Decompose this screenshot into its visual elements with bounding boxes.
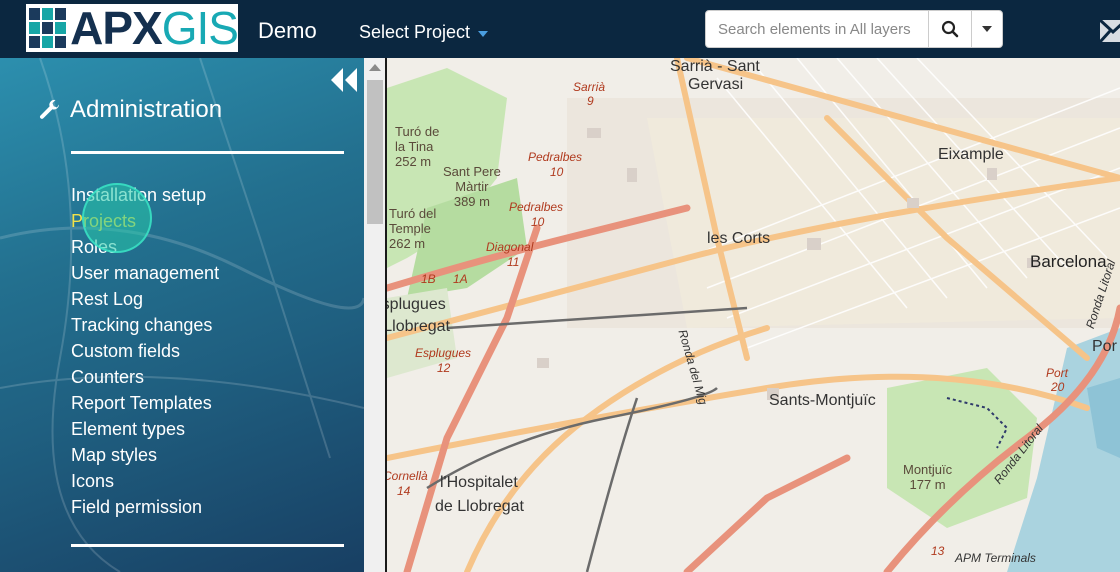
menu-item-field-permission[interactable]: Field permission <box>71 494 219 520</box>
logo-text-gis: GIS <box>161 2 239 54</box>
project-selector[interactable]: Select Project <box>359 22 489 43</box>
map-label-sarria-road-num: 9 <box>587 94 594 108</box>
map-label-esplugues: Esplugues <box>387 296 446 313</box>
map-label-barcelona: Barcelona <box>1030 252 1107 271</box>
top-bar: APXGIS Demo Select Project <box>0 0 1120 58</box>
map-label-cornella: Cornellà <box>387 469 428 483</box>
project-selector-label: Select Project <box>359 22 471 42</box>
map-label-pedralbes-2: Pedralbes <box>509 200 564 214</box>
map-label-turo-tina: Turó de la Tina 252 m <box>395 124 440 169</box>
menu-item-custom-fields[interactable]: Custom fields <box>71 338 219 364</box>
map-label-turo-temple: Turó del Temple 262 m <box>389 206 437 251</box>
scroll-up-arrow-icon[interactable] <box>369 64 381 71</box>
search-layer-dropdown[interactable] <box>970 11 1002 47</box>
chevron-down-icon <box>478 30 489 37</box>
menu-item-tracking-changes[interactable]: Tracking changes <box>71 312 219 338</box>
admin-panel-title: Administration <box>38 96 222 124</box>
map-label-esplugues-road: Esplugues <box>415 346 472 360</box>
map-label-port-num: 20 <box>1051 380 1065 394</box>
app-logo[interactable]: APXGIS <box>26 2 239 54</box>
menu-item-element-types[interactable]: Element types <box>71 416 219 442</box>
map-label-apm-terminals: APM Terminals <box>955 551 1036 565</box>
map-label-sarria: Sarrià - Sant <box>670 58 760 75</box>
map-label-esplugues-road-num: 12 <box>437 361 451 375</box>
app-name: Demo <box>258 18 317 43</box>
map-label-hospitalet-1: l'Hospitalet <box>440 474 518 491</box>
logo-text-apx: APX <box>70 2 163 54</box>
menu-item-counters[interactable]: Counters <box>71 364 219 390</box>
logo-text: APXGIS <box>70 2 239 54</box>
divider-bottom <box>71 544 344 547</box>
search-icon <box>941 20 959 38</box>
admin-sidebar: Administration Installation setup Projec… <box>0 58 364 572</box>
sidebar-scrollbar[interactable] <box>364 58 386 572</box>
scrollbar-thumb[interactable] <box>367 80 383 224</box>
map-label-gervasi: Gervasi <box>688 76 744 93</box>
menu-item-user-management[interactable]: User management <box>71 260 219 286</box>
menu-item-rest-log[interactable]: Rest Log <box>71 286 219 312</box>
map-view[interactable]: Sarrià - Sant Gervasi Sarrià 9 Turó de l… <box>387 58 1120 572</box>
map-label-pedralbes-2-num: 10 <box>531 215 545 229</box>
map-label-por: Por <box>1092 338 1117 355</box>
mail-icon[interactable] <box>1098 14 1120 48</box>
map-label-sarria-road: Sarrià <box>573 80 606 94</box>
admin-title-text: Administration <box>70 96 223 123</box>
map-label-pedralbes-1-num: 10 <box>550 165 564 179</box>
map-label-diagonal: Diagonal <box>486 240 534 254</box>
map-label-hospitalet-2: de Llobregat <box>435 498 524 515</box>
admin-menu: Installation setup Projects Roles User m… <box>71 182 219 520</box>
map-label-sant-pere: Sant Pere Màrtir 389 m <box>443 164 501 209</box>
menu-item-installation-setup[interactable]: Installation setup <box>71 182 219 208</box>
divider-top <box>71 151 344 154</box>
map-label-montjuic: Montjuïc 177 m <box>903 462 953 492</box>
menu-item-roles[interactable]: Roles <box>71 234 219 260</box>
map-label-sants-montjuic: Sants-Montjuïc <box>769 392 876 409</box>
menu-item-projects[interactable]: Projects <box>71 208 219 234</box>
menu-item-map-styles[interactable]: Map styles <box>71 442 219 468</box>
map-label-1b: 1B <box>421 272 436 286</box>
map-canvas[interactable] <box>387 58 1120 572</box>
map-label-port: Port <box>1046 366 1069 380</box>
logo-grid-icon <box>29 8 67 48</box>
menu-item-report-templates[interactable]: Report Templates <box>71 390 219 416</box>
map-label-de-llobregat: de Llobregat <box>387 318 450 335</box>
wrench-icon <box>40 99 59 119</box>
menu-item-icons[interactable]: Icons <box>71 468 219 494</box>
map-label-diagonal-num: 11 <box>507 255 520 269</box>
search-box <box>705 10 1003 48</box>
search-button[interactable] <box>928 11 971 47</box>
map-label-eixample: Eixample <box>938 146 1004 163</box>
map-label-les-corts: les Corts <box>707 230 771 247</box>
caret-down-icon <box>981 26 992 32</box>
map-label-cornella-num: 14 <box>397 484 411 498</box>
collapse-sidebar-icon[interactable] <box>330 68 358 92</box>
map-label-1a: 1A <box>453 272 468 286</box>
map-label-13: 13 <box>931 544 945 558</box>
map-label-pedralbes-1: Pedralbes <box>528 150 583 164</box>
search-input[interactable] <box>706 11 928 47</box>
